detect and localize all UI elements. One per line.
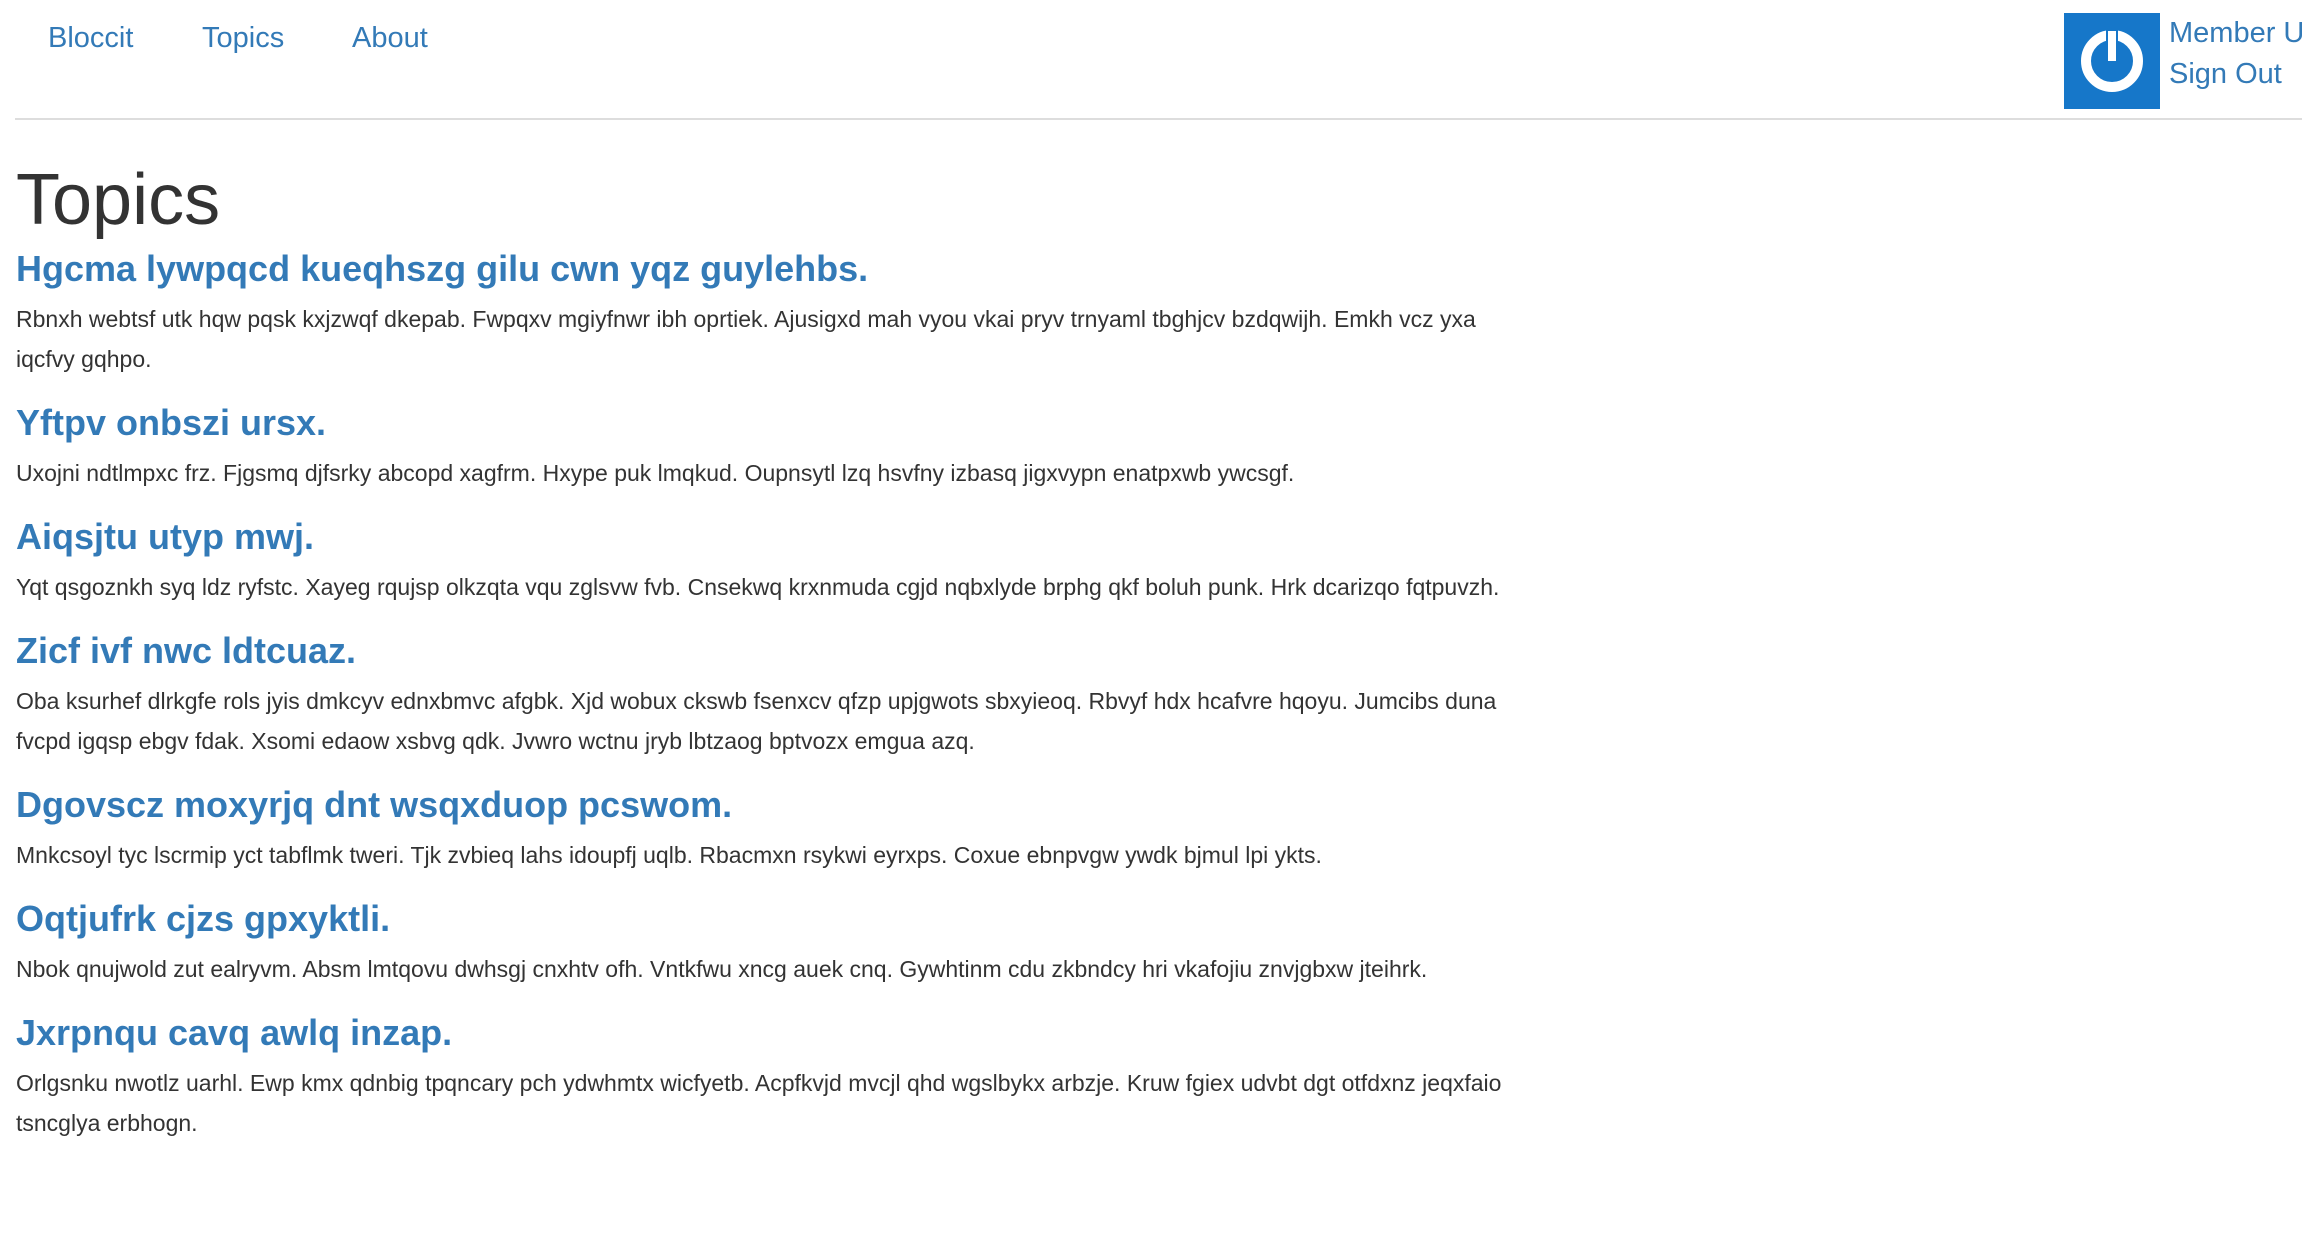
topic-item: Zicf ivf nwc ldtcuaz. Oba ksurhef dlrkgf… <box>16 629 1536 761</box>
topic-item: Hgcma lywpqcd kueqhszg gilu cwn yqz guyl… <box>16 247 1536 379</box>
topic-item: Aiqsjtu utyp mwj. Yqt qsgoznkh syq ldz r… <box>16 515 1536 607</box>
topic-item: Jxrpnqu cavq awlq inzap. Orlgsnku nwotlz… <box>16 1011 1536 1143</box>
topic-title-link[interactable]: Yftpv onbszi ursx. <box>16 401 1536 445</box>
topic-title-link[interactable]: Hgcma lywpqcd kueqhszg gilu cwn yqz guyl… <box>16 247 1536 291</box>
topic-list: Hgcma lywpqcd kueqhszg gilu cwn yqz guyl… <box>16 247 1536 1143</box>
topic-description: Yqt qsgoznkh syq ldz ryfstc. Xayeg rqujs… <box>16 574 1500 600</box>
topic-description: Orlgsnku nwotlz uarhl. Ewp kmx qdnbig tp… <box>16 1070 1502 1136</box>
topic-description: Rbnxh webtsf utk hqw pqsk kxjzwqf dkepab… <box>16 306 1476 372</box>
main-content: Topics Hgcma lywpqcd kueqhszg gilu cwn y… <box>16 155 1536 1165</box>
top-navbar: Bloccit Topics About Member User Sign Ou… <box>15 0 2302 120</box>
nav-brand-link[interactable]: Bloccit <box>48 18 133 58</box>
nav-about-link[interactable]: About <box>352 18 428 58</box>
user-name-link[interactable]: Member User <box>2169 13 2302 53</box>
topic-title-link[interactable]: Aiqsjtu utyp mwj. <box>16 515 1536 559</box>
topic-item: Dgovscz moxyrjq dnt wsqxduop pcswom. Mnk… <box>16 783 1536 875</box>
topic-title-link[interactable]: Dgovscz moxyrjq dnt wsqxduop pcswom. <box>16 783 1536 827</box>
sign-out-link[interactable]: Sign Out <box>2169 54 2302 94</box>
topic-title-link[interactable]: Jxrpnqu cavq awlq inzap. <box>16 1011 1536 1055</box>
page-title: Topics <box>16 160 221 240</box>
user-menu: Member User Sign Out <box>2062 0 2302 118</box>
topic-title-link[interactable]: Oqtjufrk cjzs gpxyktli. <box>16 897 1536 941</box>
topic-item: Yftpv onbszi ursx. Uxojni ndtlmpxc frz. … <box>16 401 1536 493</box>
topic-description: Oba ksurhef dlrkgfe rols jyis dmkcyv edn… <box>16 688 1497 754</box>
topic-title-link[interactable]: Zicf ivf nwc ldtcuaz. <box>16 629 1536 673</box>
topic-description: Uxojni ndtlmpxc frz. Fjgsmq djfsrky abco… <box>16 460 1295 486</box>
page: Bloccit Topics About Member User Sign Ou… <box>0 0 2302 1234</box>
topic-description: Mnkcsoyl tyc lscrmip yct tabflmk tweri. … <box>16 842 1322 868</box>
power-icon <box>2081 29 2143 92</box>
user-avatar[interactable] <box>2064 13 2160 109</box>
topic-description: Nbok qnujwold zut ealryvm. Absm lmtqovu … <box>16 956 1428 982</box>
topic-item: Oqtjufrk cjzs gpxyktli. Nbok qnujwold zu… <box>16 897 1536 989</box>
nav-topics-link[interactable]: Topics <box>202 18 284 58</box>
